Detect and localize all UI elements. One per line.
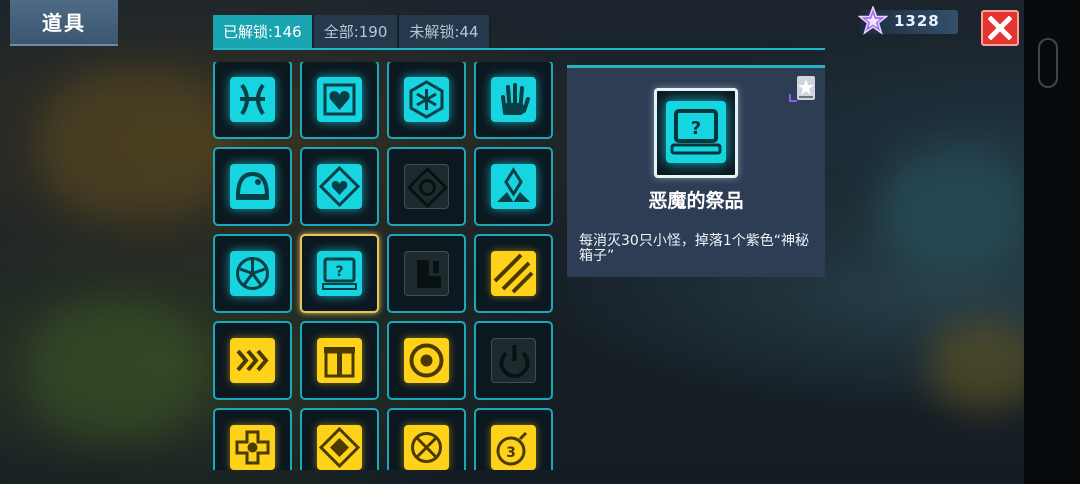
tab-underline (213, 48, 825, 50)
svg-text:3: 3 (506, 445, 516, 461)
triple-chevron-icon (230, 338, 275, 383)
item-slot[interactable] (474, 321, 553, 400)
heart-diamond-locked-icon (404, 164, 449, 209)
item-slot[interactable] (213, 408, 292, 470)
detail-item-icon: ? (654, 88, 738, 178)
slash-stripes-icon (491, 251, 536, 296)
purple-star-gem-icon (858, 6, 888, 35)
item-slot[interactable] (387, 147, 466, 226)
hand-icon (491, 77, 536, 122)
currency-display: 1328 (858, 6, 958, 35)
item-slot[interactable] (300, 408, 379, 470)
pisces-icon (230, 77, 275, 122)
svg-text:?: ? (691, 118, 701, 139)
item-detail-panel: ? 恶魔的祭品 每消灭30只小怪，掉落1个紫色“神秘箱子” (567, 65, 825, 277)
item-slot[interactable] (300, 147, 379, 226)
close-icon (988, 16, 1012, 40)
close-button[interactable] (981, 10, 1019, 46)
currency-value: 1328 (894, 12, 940, 30)
item-slot[interactable] (213, 62, 292, 139)
item-slot[interactable] (387, 321, 466, 400)
helmet-icon (230, 164, 275, 209)
filter-tabs: 已解锁:146 全部:190 未解锁:44 (213, 15, 491, 49)
tab-all[interactable]: 全部:190 (313, 15, 400, 49)
gift-box-icon (317, 338, 362, 383)
item-slot[interactable] (213, 321, 292, 400)
item-slot[interactable] (300, 62, 379, 139)
item-slot[interactable] (213, 234, 292, 313)
item-grid: ? 3 (213, 62, 553, 470)
svg-text:?: ? (335, 264, 343, 280)
gear-cross-icon (230, 425, 275, 470)
target-ring-icon (404, 338, 449, 383)
rank-badge-icon (797, 76, 815, 100)
page-title: 道具 (42, 11, 86, 35)
mystery-box-icon: ? (666, 101, 726, 163)
boot-locked-icon (404, 251, 449, 296)
device-edge (1024, 0, 1080, 484)
item-grid-scroll[interactable]: ? 3 (208, 62, 560, 470)
heart-shield-icon (317, 77, 362, 122)
diamond-frame-icon (317, 425, 362, 470)
item-slot[interactable]: 3 (474, 408, 553, 470)
item-slot[interactable] (474, 147, 553, 226)
snowflake-hexagon-icon (404, 77, 449, 122)
crystal-burst-icon (491, 164, 536, 209)
item-slot[interactable] (213, 147, 292, 226)
item-slot[interactable] (474, 62, 553, 139)
tab-locked[interactable]: 未解锁:44 (399, 15, 491, 49)
item-slot[interactable] (300, 321, 379, 400)
item-slot[interactable]: ? (300, 234, 379, 313)
item-slot[interactable] (387, 62, 466, 139)
inventory-title-tab: 道具 (10, 0, 118, 46)
mystery-box-icon: ? (317, 251, 362, 296)
item-slot[interactable] (387, 234, 466, 313)
item-name: 恶魔的祭品 (648, 190, 744, 212)
power-locked-icon (491, 338, 536, 383)
bomb-icon: 3 (491, 425, 536, 470)
fan-wheel-icon (230, 251, 275, 296)
item-slot[interactable] (387, 408, 466, 470)
crosshair-shield-icon (404, 425, 449, 470)
tab-unlocked[interactable]: 已解锁:146 (213, 15, 314, 49)
heart-diamond-icon (317, 164, 362, 209)
item-slot[interactable] (474, 234, 553, 313)
corner-marker (789, 94, 797, 102)
item-description: 每消灭30只小怪，掉落1个紫色“神秘箱子” (579, 233, 809, 264)
